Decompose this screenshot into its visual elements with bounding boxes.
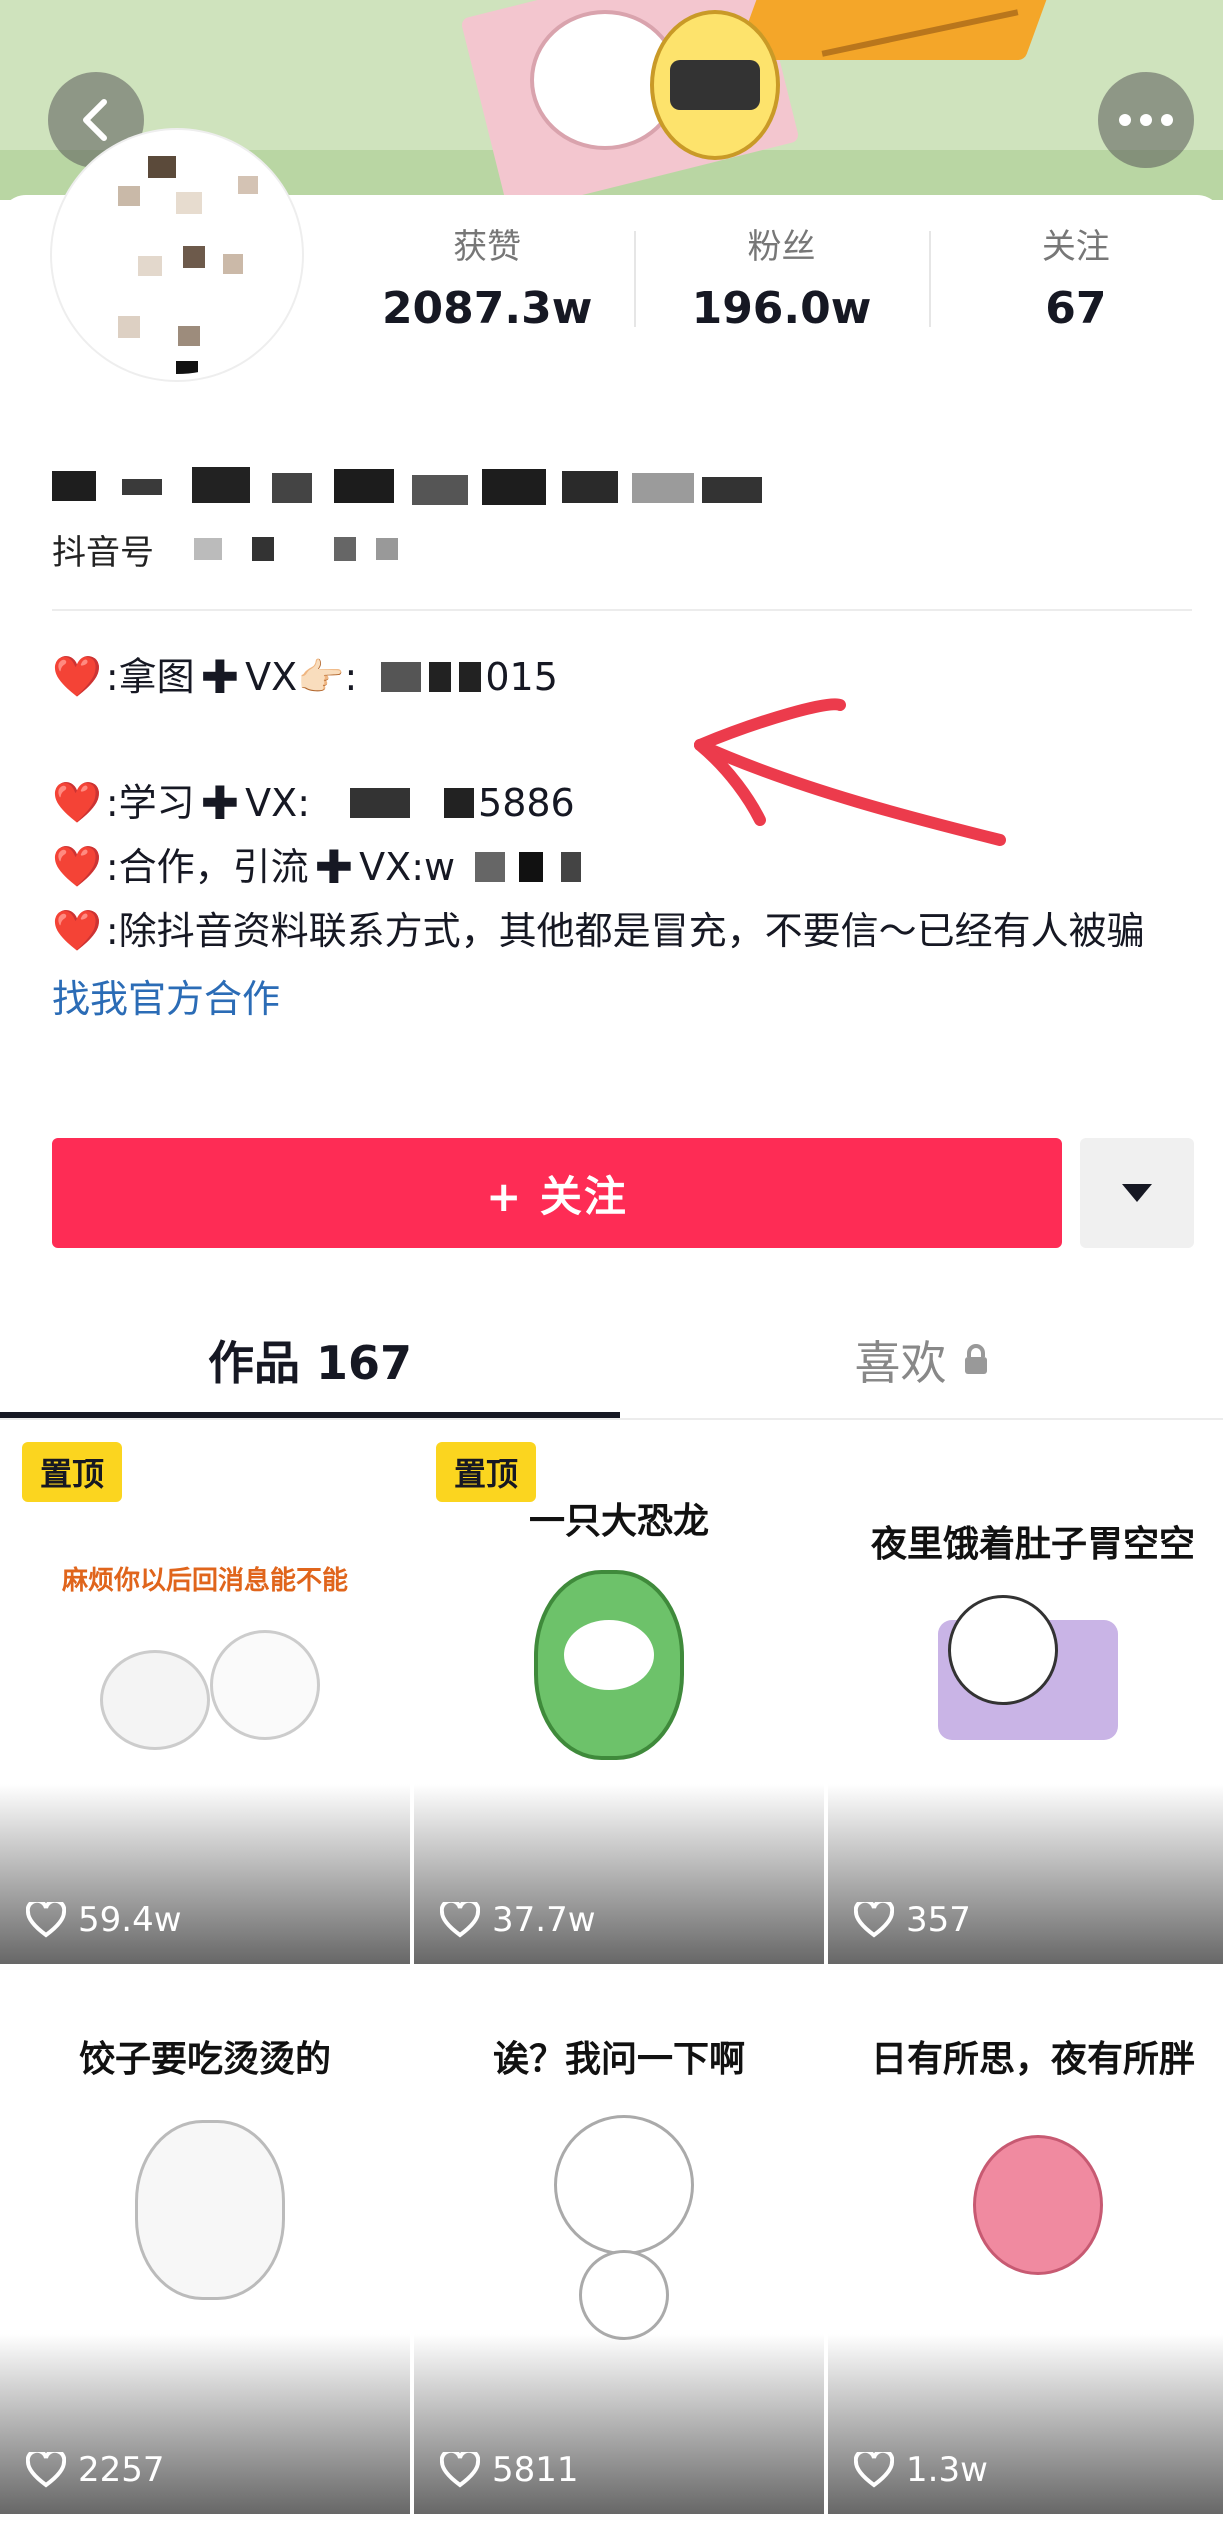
- bio-line-picture-vx: VX: [245, 655, 298, 699]
- cover-tent: [734, 0, 1076, 60]
- tab-active-indicator: [0, 1412, 620, 1418]
- bio-line-picture: ❤️ :拿图 ✚ VX 👉🏻 : 015: [52, 645, 1202, 709]
- heart-icon: ❤️: [52, 780, 102, 826]
- heart-icon: ❤️: [52, 908, 102, 954]
- heart-outline-icon: [854, 1902, 894, 1938]
- like-count: 59.4w: [26, 1900, 182, 1940]
- heart-icon: ❤️: [52, 654, 102, 700]
- pinned-badge: 置顶: [436, 1442, 536, 1502]
- profile-tabs: 作品 167 喜欢: [0, 1300, 1223, 1420]
- bio-line-cooperation: ❤️ :合作，引流 ✚ VX:w: [52, 835, 1202, 899]
- stat-likes-label: 获赞: [453, 227, 522, 267]
- plus-icon: ✚: [200, 650, 240, 704]
- bio-line-study: ❤️ :学习 ✚ VX: 5886: [52, 771, 1202, 835]
- bio-line-picture-prefix: :拿图: [105, 655, 195, 699]
- like-count: 357: [854, 1900, 971, 1940]
- like-count-value: 37.7w: [492, 1900, 596, 1940]
- mascot-image: [554, 2115, 694, 2255]
- profile-card: 获赞 2087.3w 粉丝 196.0w 关注 67 抖音号 ❤️:拿图 ✚ …: [0, 130, 1223, 2523]
- heart-outline-icon: [26, 1902, 66, 1938]
- like-count-value: 59.4w: [78, 1900, 182, 1940]
- pointing-hand-icon: 👉🏻: [297, 655, 345, 699]
- recommend-dropdown-button[interactable]: [1080, 1138, 1194, 1248]
- bio-spacer: [52, 709, 1202, 771]
- video-tile[interactable]: 饺子要吃烫烫的 2257: [0, 1970, 410, 2514]
- video-caption: 麻烦你以后回消息能不能: [61, 1566, 348, 1596]
- stat-likes-value: 2087.3w: [381, 283, 593, 334]
- bio-line-cooperation-prefix: :合作，引流: [105, 845, 309, 889]
- annotation-arrow: [694, 698, 1006, 846]
- stat-following[interactable]: 关注 67: [928, 225, 1223, 345]
- bio-section: ❤️ :拿图 ✚ VX 👉🏻 : 015 ❤️ :学习 ✚ VX: 5886 ❤…: [52, 645, 1202, 1031]
- video-caption: 日有所思，夜有所胖: [870, 2039, 1195, 2080]
- tab-likes-label: 喜欢: [854, 1336, 947, 1390]
- mascot-image: [973, 2135, 1103, 2275]
- like-count: 37.7w: [440, 1900, 596, 1940]
- bio-line-study-suffix: 5886: [478, 781, 575, 825]
- plus-icon: ✚: [314, 840, 354, 894]
- heart-outline-icon: [26, 2452, 66, 2488]
- profile-stats: 获赞 2087.3w 粉丝 196.0w 关注 67: [340, 225, 1223, 345]
- video-tile[interactable]: 一只大恐龙 置顶 37.7w: [414, 1420, 824, 1964]
- bio-line-picture-colon: :: [344, 655, 358, 699]
- like-count: 1.3w: [854, 2450, 988, 2490]
- tab-likes[interactable]: 喜欢: [620, 1300, 1223, 1420]
- profile-divider: [52, 609, 1192, 611]
- bio-line-study-vx: VX:: [245, 781, 311, 825]
- douyin-id-row: 抖音号: [52, 523, 398, 575]
- mascot-image: [135, 2120, 285, 2300]
- like-count: 2257: [26, 2450, 165, 2490]
- video-tile[interactable]: 麻烦你以后回消息能不能 置顶 59.4w: [0, 1420, 410, 1964]
- video-caption: 夜里饿着肚子胃空空: [870, 1524, 1195, 1565]
- official-cooperation-link[interactable]: 找我官方合作: [52, 967, 1202, 1031]
- video-tile[interactable]: 日有所思，夜有所胖 1.3w: [828, 1970, 1223, 2514]
- video-caption: 饺子要吃烫烫的: [78, 2039, 331, 2080]
- video-tile[interactable]: 诶？我问一下啊 5811: [414, 1970, 824, 2514]
- bio-line-warning: ❤️:除抖音资料联系方式，其他都是冒充，不要信～已经有人被骗: [52, 899, 1202, 963]
- heart-icon: ❤️: [52, 844, 102, 890]
- mascot-image: [100, 1650, 210, 1750]
- bio-line-study-prefix: :学习: [105, 781, 195, 825]
- stat-followers-label: 粉丝: [747, 227, 816, 267]
- stat-following-value: 67: [1045, 283, 1107, 334]
- avatar[interactable]: [52, 130, 302, 380]
- stat-followers-value: 196.0w: [691, 283, 872, 334]
- bio-line-warning-text: :除抖音资料联系方式，其他都是冒充，不要信～已经有人被骗: [105, 909, 1145, 953]
- follow-button[interactable]: + 关注: [52, 1138, 1062, 1248]
- mascot-image: [564, 1620, 654, 1690]
- heart-outline-icon: [440, 1902, 480, 1938]
- mascot-image: [579, 2250, 669, 2340]
- stat-followers[interactable]: 粉丝 196.0w: [634, 225, 928, 345]
- heart-outline-icon: [854, 2452, 894, 2488]
- like-count-value: 2257: [78, 2450, 165, 2490]
- like-count-value: 357: [906, 1900, 971, 1940]
- caret-down-icon: [1122, 1184, 1152, 1202]
- bio-line-cooperation-vx: VX:w: [359, 845, 456, 889]
- more-dots-icon: [1119, 114, 1173, 126]
- plus-icon: ✚: [200, 776, 240, 830]
- cover-game-console: [670, 60, 760, 110]
- more-button[interactable]: [1098, 72, 1194, 168]
- video-tile[interactable]: 夜里饿着肚子胃空空 357: [828, 1420, 1223, 1964]
- tab-works[interactable]: 作品 167: [0, 1300, 620, 1420]
- video-caption: 诶？我问一下啊: [492, 2039, 745, 2080]
- lock-icon: [964, 1344, 987, 1374]
- bio-line-picture-suffix: 015: [485, 655, 558, 699]
- chevron-left-icon: [83, 99, 107, 141]
- douyin-id-prefix: 抖音号: [52, 532, 154, 573]
- like-count-value: 1.3w: [906, 2450, 988, 2490]
- stat-likes[interactable]: 获赞 2087.3w: [340, 225, 634, 345]
- pinned-badge: 置顶: [22, 1442, 122, 1502]
- like-count-value: 5811: [492, 2450, 579, 2490]
- mascot-image: [210, 1630, 320, 1740]
- stat-following-label: 关注: [1041, 227, 1110, 267]
- like-count: 5811: [440, 2450, 579, 2490]
- mascot-image: [948, 1595, 1058, 1705]
- heart-outline-icon: [440, 2452, 480, 2488]
- nickname-redacted: [52, 453, 772, 517]
